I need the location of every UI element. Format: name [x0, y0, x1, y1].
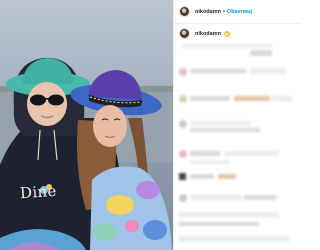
avatar[interactable] [179, 6, 190, 17]
blurred-comment [224, 151, 279, 156]
blurred-comment [244, 195, 276, 200]
blurred-avatar [179, 68, 187, 76]
blurred-comment [179, 222, 259, 226]
blurred-comment [250, 50, 272, 56]
verified-badge-icon [223, 30, 230, 37]
blurred-comment [190, 151, 220, 156]
blurred-avatar [179, 95, 187, 103]
header-separator: • [222, 8, 225, 15]
caption-username[interactable]: nikodamn [195, 31, 221, 37]
blurred-comment [190, 174, 214, 179]
photo-illustration [0, 57, 173, 250]
post-side-panel: nikodamn • Obserwuj nikodamn [173, 0, 301, 250]
blurred-comment [218, 174, 236, 179]
blurred-comment [179, 236, 289, 242]
caption-avatar[interactable] [179, 28, 190, 39]
blurred-comment [250, 68, 286, 74]
post-header: nikodamn • Obserwuj [174, 0, 301, 24]
header-username[interactable]: nikodamn [195, 9, 221, 15]
blurred-avatar [179, 150, 187, 158]
blurred-comment [190, 96, 230, 101]
blurred-comment [179, 212, 279, 217]
blurred-comment [190, 121, 250, 126]
blurred-comment [182, 44, 272, 48]
follow-button[interactable]: Obserwuj [227, 9, 252, 15]
blurred-comment [272, 96, 292, 101]
caption-row: nikodamn [179, 28, 230, 39]
blurred-comment [190, 195, 242, 200]
blurred-avatar [179, 120, 187, 128]
blurred-comment [190, 128, 260, 132]
hoodie-logo-text: Dine [19, 181, 58, 203]
post-photo[interactable]: Dine [0, 0, 173, 250]
blurred-comment [234, 96, 270, 101]
blurred-comment [190, 160, 230, 164]
blurred-avatar [179, 194, 187, 202]
blurred-comment [190, 69, 246, 73]
blurred-avatar [179, 173, 186, 180]
